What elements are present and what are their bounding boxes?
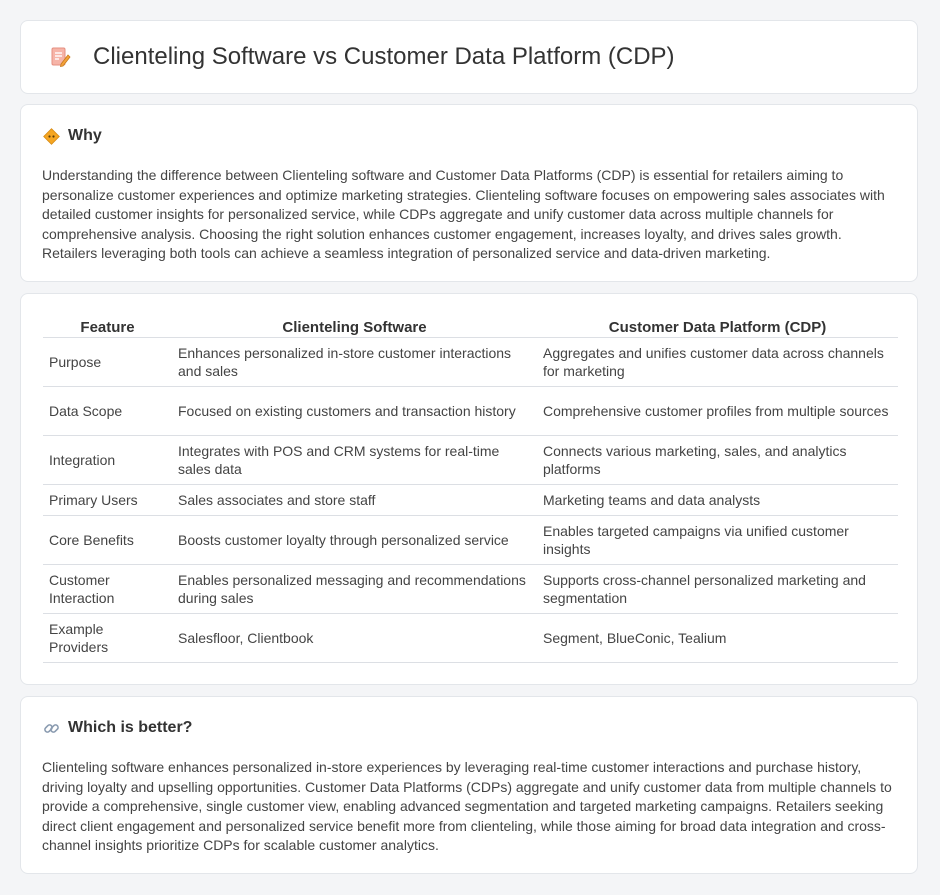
better-heading-row: Which is better? [43,719,192,737]
table-row: Purpose Enhances personalized in-store c… [43,337,898,387]
cdp-cell: Supports cross-channel personalized mark… [537,564,898,614]
better-heading: Which is better? [68,719,193,736]
cdp-cell: Marketing teams and data analysts [537,484,898,516]
cdp-cell: Connects various marketing, sales, and a… [537,435,898,485]
feature-cell: Primary Users [43,484,172,516]
why-section: Why Understanding the difference between… [20,104,918,282]
cdp-cell: Segment, BlueConic, Tealium [537,613,898,663]
table-row: Core Benefits Boosts customer loyalty th… [43,515,898,565]
page-title: Clienteling Software vs Customer Data Pl… [93,43,675,70]
clienteling-cell: Enables personalized messaging and recom… [172,564,537,614]
feature-cell: Example Providers [43,613,172,663]
clienteling-cell: Enhances personalized in-store customer … [172,337,537,387]
table-row: Data Scope Focused on existing customers… [43,386,898,436]
table-row: Primary Users Sales associates and store… [43,484,898,516]
clienteling-cell: Focused on existing customers and transa… [172,386,537,436]
table-row: Customer Interaction Enables personalize… [43,564,898,614]
column-header-clienteling: Clienteling Software [172,317,537,338]
document-pencil-icon [51,47,71,68]
clienteling-cell: Integrates with POS and CRM systems for … [172,435,537,485]
column-header-feature: Feature [43,317,172,338]
table-header-row: Feature Clienteling Software Customer Da… [43,317,898,338]
which-is-better-section: Which is better? Clienteling software en… [20,696,918,874]
comparison-card: Feature Clienteling Software Customer Da… [20,293,918,685]
table-row: Example Providers Salesfloor, Clientbook… [43,613,898,663]
clienteling-cell: Sales associates and store staff [172,484,537,516]
cdp-cell: Aggregates and unifies customer data acr… [537,337,898,387]
feature-cell: Core Benefits [43,515,172,565]
comparison-table: Feature Clienteling Software Customer Da… [43,317,898,663]
why-heading: Why [68,127,102,144]
clienteling-cell: Salesfloor, Clientbook [172,613,537,663]
feature-cell: Customer Interaction [43,564,172,614]
cdp-cell: Enables targeted campaigns via unified c… [537,515,898,565]
cdp-cell: Comprehensive customer profiles from mul… [537,386,898,436]
diamond-warning-icon [43,127,60,145]
why-paragraph: Understanding the difference between Cli… [42,167,885,261]
header-card: Clienteling Software vs Customer Data Pl… [20,20,918,94]
table-row: Integration Integrates with POS and CRM … [43,435,898,485]
better-paragraph: Clienteling software enhances personaliz… [42,759,892,853]
clienteling-cell: Boosts customer loyalty through personal… [172,515,537,565]
column-header-cdp: Customer Data Platform (CDP) [537,317,898,338]
feature-cell: Purpose [43,337,172,387]
why-heading-row: Why [43,127,102,145]
link-icon [44,723,59,733]
feature-cell: Integration [43,435,172,485]
feature-cell: Data Scope [43,386,172,436]
